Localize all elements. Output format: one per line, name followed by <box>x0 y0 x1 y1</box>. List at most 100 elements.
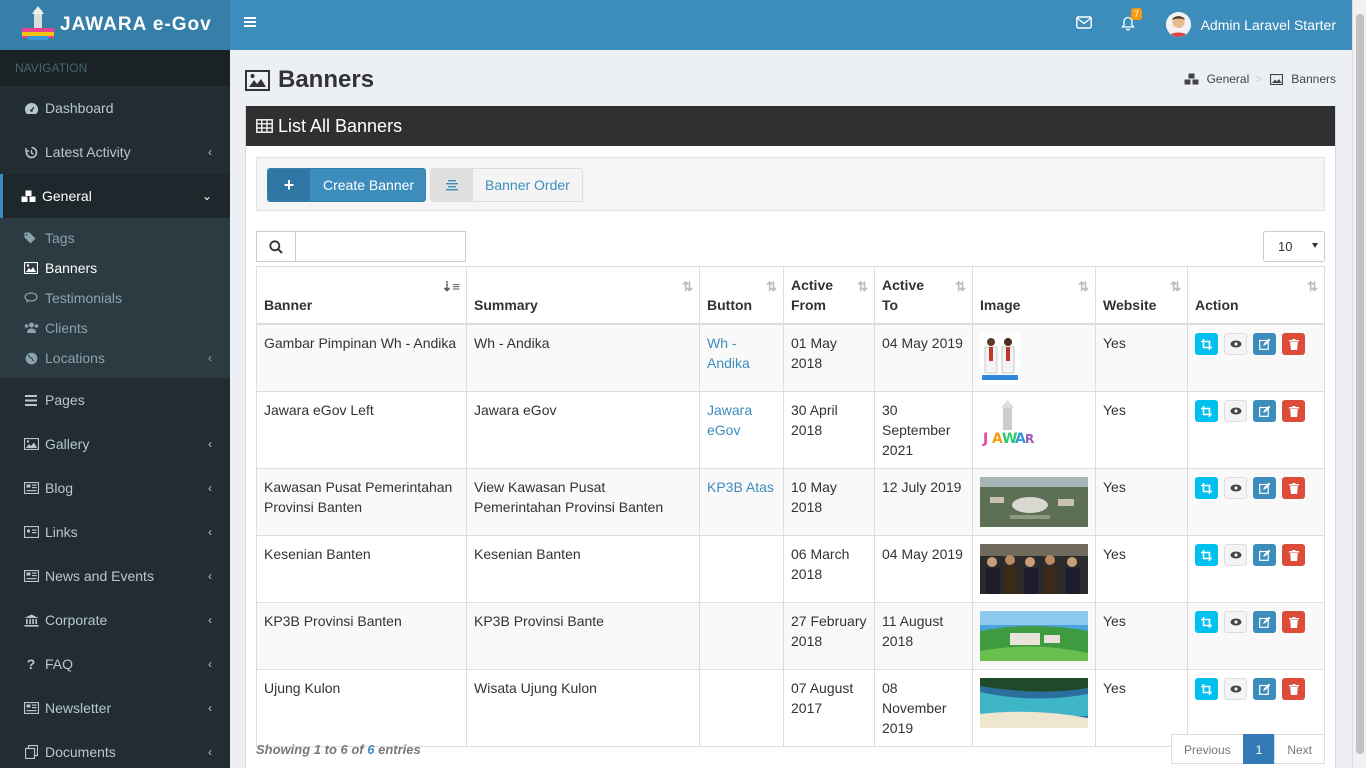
edit-button[interactable] <box>1253 611 1276 633</box>
delete-button[interactable] <box>1282 400 1305 422</box>
column-label: Button <box>707 297 753 313</box>
view-button[interactable] <box>1224 544 1247 566</box>
chevron-left-icon: ‹ <box>208 481 212 495</box>
sidebar-item-locations[interactable]: Locations ‹ <box>0 343 230 373</box>
cell-banner: Jawara eGov Left <box>256 391 467 469</box>
delete-button[interactable] <box>1282 477 1305 499</box>
sidebar-item-clients[interactable]: Clients <box>0 313 230 343</box>
sidebar-item-faq[interactable]: ? FAQ ‹ <box>0 642 230 686</box>
scrollbar-thumb[interactable] <box>1356 14 1364 754</box>
banner-thumbnail[interactable]: JAWARA <box>980 400 1088 450</box>
page-1-button[interactable]: 1 <box>1242 734 1276 764</box>
nav-header: NAVIGATION <box>0 50 230 86</box>
edit-button[interactable] <box>1253 333 1276 355</box>
bell-icon[interactable]: 7 <box>1121 8 1143 34</box>
delete-button[interactable] <box>1282 544 1305 566</box>
sidebar-item-pages[interactable]: Pages <box>0 378 230 422</box>
column-header-button[interactable]: Button ⇅ <box>699 266 784 325</box>
sort-icon: ⇅ <box>1170 279 1181 294</box>
page-length-select[interactable]: 10 <box>1263 231 1325 262</box>
sidebar-item-newsletter[interactable]: Newsletter ‹ <box>0 686 230 730</box>
column-header-website[interactable]: Website ⇅ <box>1095 266 1188 325</box>
sidebar-item-testimonials[interactable]: Testimonials <box>0 283 230 313</box>
banner-thumbnail[interactable] <box>980 544 1088 594</box>
delete-button[interactable] <box>1282 678 1305 700</box>
edit-button[interactable] <box>1253 400 1276 422</box>
crop-button[interactable] <box>1195 678 1218 700</box>
column-header-action[interactable]: Action ⇅ <box>1187 266 1325 325</box>
next-page-button[interactable]: Next <box>1274 734 1325 764</box>
cell-action <box>1187 602 1325 670</box>
cell-website: Yes <box>1095 468 1188 536</box>
sidebar-item-links[interactable]: Links ‹ <box>0 510 230 554</box>
cell-summary: Kesenian Banten <box>466 535 700 603</box>
cell-website: Yes <box>1095 323 1188 392</box>
newspaper-icon <box>23 570 39 582</box>
crop-button[interactable] <box>1195 611 1218 633</box>
column-header-active-from[interactable]: Active From ⇅ <box>783 266 875 325</box>
brand-logo[interactable]: JAWARA e-Gov <box>0 0 230 50</box>
banner-thumbnail[interactable] <box>980 678 1088 728</box>
edit-button[interactable] <box>1253 544 1276 566</box>
delete-button[interactable] <box>1282 333 1305 355</box>
view-button[interactable] <box>1224 477 1247 499</box>
sidebar-item-label: General <box>42 188 92 204</box>
sort-icon: ⇅ <box>1307 279 1318 294</box>
sidebar-item-gallery[interactable]: Gallery ‹ <box>0 422 230 466</box>
banner-thumbnail[interactable] <box>980 611 1088 661</box>
previous-page-button[interactable]: Previous <box>1170 734 1244 764</box>
crop-button[interactable] <box>1195 333 1218 355</box>
page-scrollbar[interactable] <box>1352 0 1366 768</box>
edit-button[interactable] <box>1253 678 1276 700</box>
sidebar-item-latest-activity[interactable]: Latest Activity ‹ <box>0 130 230 174</box>
button-link[interactable]: KP3B Atas <box>707 479 774 495</box>
column-header-summary[interactable]: Summary ⇅ <box>466 266 700 325</box>
button-link[interactable]: Jawara eGov <box>707 402 752 438</box>
sort-icon: ⇅ <box>766 279 777 294</box>
chevron-left-icon: ‹ <box>208 525 212 539</box>
cell-active-to: 12 July 2019 <box>874 468 973 536</box>
cell-summary: Wh - Andika <box>466 323 700 392</box>
view-button[interactable] <box>1224 400 1247 422</box>
button-link[interactable]: Wh - Andika <box>707 335 750 371</box>
image-icon <box>1270 73 1284 85</box>
sidebar-item-documents[interactable]: Documents ‹ <box>0 730 230 768</box>
search-input[interactable] <box>296 231 466 262</box>
view-button[interactable] <box>1224 678 1247 700</box>
banner-order-button[interactable]: Banner Order <box>430 168 583 202</box>
question-icon: ? <box>26 656 36 672</box>
sort-icon: ⇅ <box>857 279 868 294</box>
image-icon <box>245 69 270 91</box>
envelope-icon[interactable] <box>1076 16 1092 32</box>
table-search <box>256 231 466 262</box>
sidebar-item-blog[interactable]: Blog ‹ <box>0 466 230 510</box>
sidebar-item-dashboard[interactable]: Dashboard <box>0 86 230 130</box>
sidebar-item-banners[interactable]: Banners <box>0 253 230 283</box>
user-menu[interactable]: Admin Laravel Starter <box>1165 12 1336 37</box>
delete-button[interactable] <box>1282 611 1305 633</box>
newspaper-icon <box>23 482 39 494</box>
sidebar-toggle-icon[interactable] <box>244 15 258 31</box>
crop-button[interactable] <box>1195 400 1218 422</box>
column-header-banner[interactable]: Banner ⇣≡ <box>256 266 467 325</box>
banners-table: Banner ⇣≡ Summary ⇅ Button ⇅ Active From ⇅ A… <box>256 266 1325 747</box>
create-banner-button[interactable]: + Create Banner <box>267 168 426 202</box>
cell-summary: KP3B Provinsi Bante <box>466 602 700 670</box>
sidebar-item-general[interactable]: General ⌄ <box>0 174 230 218</box>
column-header-active-to[interactable]: Active To ⇅ <box>874 266 973 325</box>
sidebar-item-news-and-events[interactable]: News and Events ‹ <box>0 554 230 598</box>
edit-button[interactable] <box>1253 477 1276 499</box>
column-header-image[interactable]: Image ⇅ <box>972 266 1096 325</box>
banner-thumbnail[interactable] <box>980 477 1088 527</box>
crop-button[interactable] <box>1195 544 1218 566</box>
sidebar-item-tags[interactable]: Tags <box>0 223 230 253</box>
breadcrumb-parent[interactable]: General <box>1207 72 1250 86</box>
view-button[interactable] <box>1224 611 1247 633</box>
sidebar-item-corporate[interactable]: Corporate ‹ <box>0 598 230 642</box>
banner-order-label: Banner Order <box>485 177 570 193</box>
crop-button[interactable] <box>1195 477 1218 499</box>
view-button[interactable] <box>1224 333 1247 355</box>
main-content: Banners General > Banners List All Banne… <box>230 50 1352 768</box>
banner-thumbnail[interactable] <box>980 333 1088 383</box>
sidebar: JAWARA e-Gov NAVIGATION Dashboard Latest… <box>0 0 230 768</box>
